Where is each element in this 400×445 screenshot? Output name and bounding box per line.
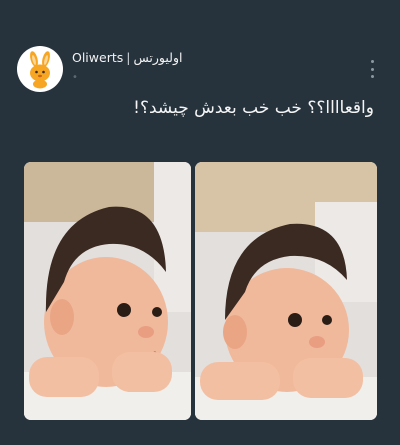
- avatar[interactable]: [17, 46, 63, 92]
- more-vertical-icon[interactable]: [368, 60, 376, 78]
- post-card: Oliwerts | اولیورتس • واقعاااا؟؟ خب خب بعد…: [0, 0, 400, 445]
- post-image-left[interactable]: [24, 162, 191, 420]
- author-line[interactable]: Oliwerts | اولیورتس: [72, 50, 182, 65]
- post-caption: واقعاااا؟؟ خب خب بعدش چیشد؟!: [133, 98, 374, 118]
- author-name[interactable]: اولیورتس: [133, 50, 182, 65]
- subtitle-dot: •: [72, 72, 78, 83]
- post-image-right[interactable]: [195, 162, 377, 420]
- rabbit-avatar-icon: [30, 51, 50, 89]
- author-handle[interactable]: Oliwerts: [72, 50, 123, 65]
- author-separator: |: [126, 50, 131, 65]
